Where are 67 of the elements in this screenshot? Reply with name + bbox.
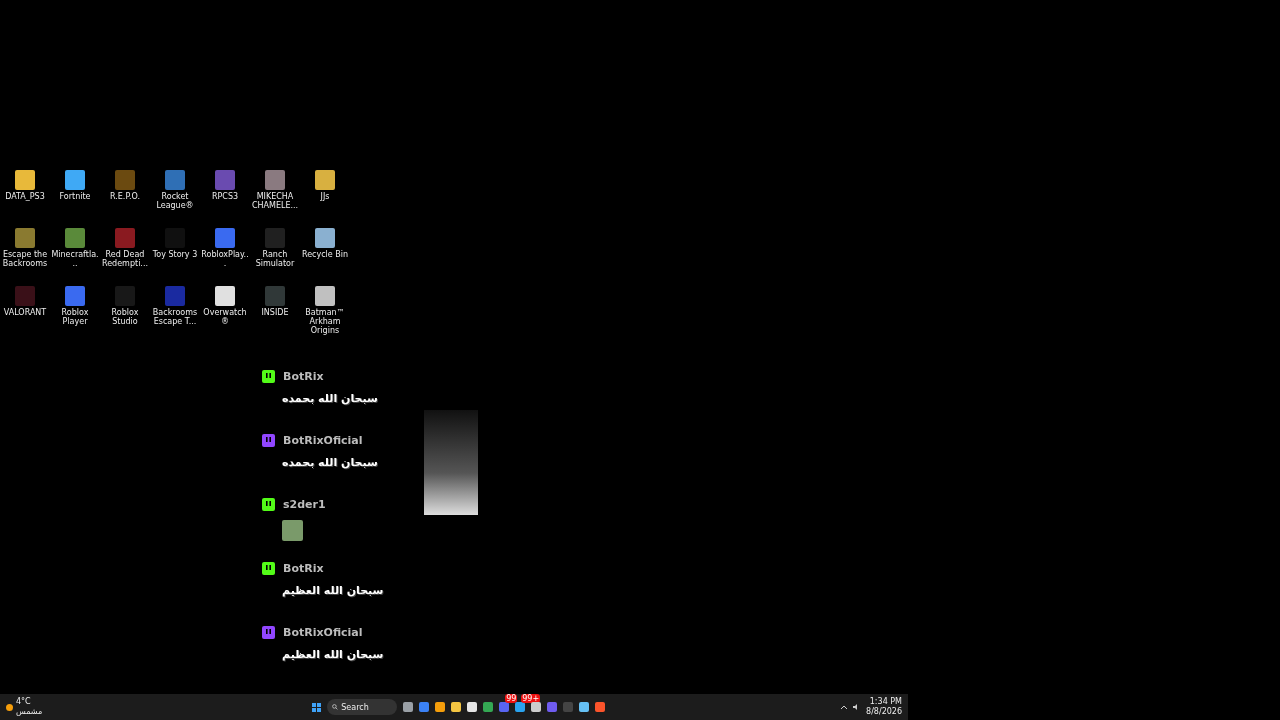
notification-badge: 99+ <box>521 694 541 703</box>
shortcut-label: Red Dead Redempti... <box>101 250 149 268</box>
shortcut-label: Escape the Backrooms <box>1 250 49 268</box>
taskbar-app-icon[interactable] <box>403 702 414 712</box>
search-icon <box>332 704 339 710</box>
app-shortcut-icon[interactable] <box>115 170 135 190</box>
shortcut-label: Backrooms Escape T... <box>151 308 199 326</box>
taskbar-app-icon[interactable] <box>435 702 446 712</box>
app-shortcut-icon[interactable] <box>315 228 335 248</box>
app-shortcut-icon[interactable] <box>215 228 235 248</box>
app-shortcut-icon[interactable] <box>15 228 35 248</box>
chat-message: سبحان الله بحمده <box>282 392 378 405</box>
taskbar-clock[interactable]: 1:34 PM 8/8/2026 <box>866 697 902 717</box>
app-shortcut-icon[interactable] <box>65 286 85 306</box>
app-shortcut-icon[interactable] <box>265 286 285 306</box>
taskbar-app-icon[interactable] <box>467 702 478 712</box>
taskbar-app-icon[interactable] <box>483 702 494 712</box>
shortcut-label: Fortnite <box>58 192 92 201</box>
app-shortcut-icon[interactable] <box>15 286 35 306</box>
app-shortcut-icon[interactable] <box>65 228 85 248</box>
shortcut-label: Roblox Player <box>60 308 90 326</box>
chat-message: سبحان الله العظيم <box>282 648 384 661</box>
shortcut-label: Rocket League® <box>155 192 195 210</box>
shortcut-label: MIKECHA CHAMELE... <box>250 192 300 210</box>
app-shortcut-icon[interactable] <box>315 170 335 190</box>
chat-username: BotRix <box>283 370 324 383</box>
app-shortcut-icon[interactable] <box>215 170 235 190</box>
app-shortcut-icon[interactable] <box>265 228 285 248</box>
taskbar-app-icon[interactable] <box>451 702 462 712</box>
shortcut-label: R.E.P.O. <box>108 192 142 201</box>
shortcut-label: Batman™ Arkham Origins <box>304 308 346 335</box>
shortcut-label: INSIDE <box>260 308 290 317</box>
chat-message: سبحان الله بحمده <box>282 456 378 469</box>
app-shortcut-icon[interactable] <box>15 170 35 190</box>
taskbar-app-icon[interactable] <box>531 702 542 712</box>
shortcut-label: Minecraftla... <box>50 250 100 268</box>
app-shortcut-icon[interactable] <box>215 286 235 306</box>
chat-username: BotRixOficial <box>283 626 363 639</box>
shortcut-label: JJs <box>319 192 331 201</box>
shortcut-label: Ranch Simulator <box>254 250 296 268</box>
notification-badge: 99 <box>505 694 518 703</box>
shortcut-label: Roblox Studio <box>110 308 140 326</box>
shortcut-label: DATA_PS3 <box>4 192 46 201</box>
shortcut-label: RobloxPlay... <box>200 250 250 268</box>
app-shortcut-icon[interactable] <box>115 228 135 248</box>
app-shortcut-icon[interactable] <box>165 170 185 190</box>
app-shortcut-icon[interactable] <box>265 170 285 190</box>
chat-username: s2der1 <box>283 498 326 511</box>
chat-username: BotRix <box>283 562 324 575</box>
chat-username: BotRixOficial <box>283 434 363 447</box>
shortcut-label: RPCS3 <box>210 192 240 201</box>
chevron-up-icon[interactable] <box>841 705 848 709</box>
app-shortcut-icon[interactable] <box>65 170 85 190</box>
shortcut-label: Overwatch® <box>202 308 248 326</box>
windows-start-icon[interactable] <box>312 702 322 712</box>
shortcut-label: Toy Story 3 <box>151 250 199 259</box>
shortcut-label: VALORANT <box>2 308 48 317</box>
taskbar-app-icon[interactable] <box>579 702 590 712</box>
shortcut-label: Recycle Bin <box>300 250 350 259</box>
app-shortcut-icon[interactable] <box>165 286 185 306</box>
chat-message: سبحان الله العظيم <box>282 584 384 597</box>
search-field[interactable]: Search <box>327 699 398 715</box>
emote-image <box>282 520 303 541</box>
taskbar-app-icon[interactable] <box>515 702 526 712</box>
app-shortcut-icon[interactable] <box>115 286 135 306</box>
app-shortcut-icon[interactable] <box>315 286 335 306</box>
sun-icon <box>6 703 13 711</box>
